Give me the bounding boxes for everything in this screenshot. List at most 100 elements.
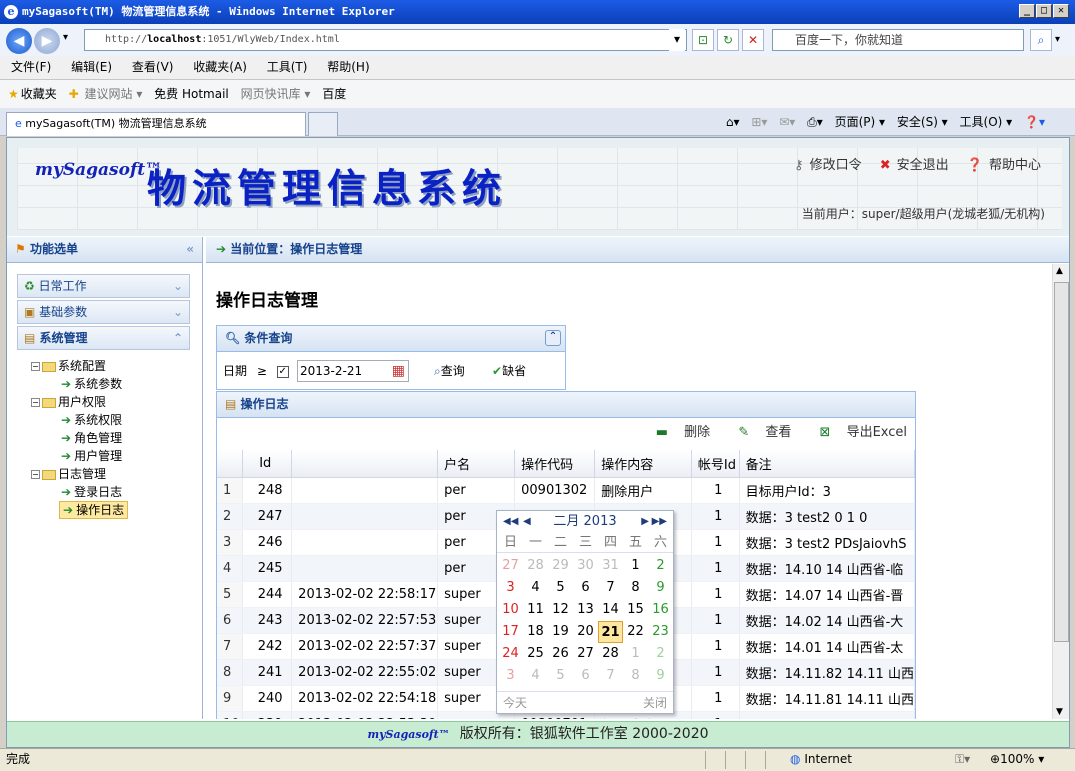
- calendar-day[interactable]: 7: [598, 577, 623, 599]
- today-button[interactable]: 今天: [503, 692, 527, 714]
- home-icon[interactable]: ⌂▾: [726, 115, 740, 129]
- tree-toggle-icon[interactable]: −: [31, 362, 40, 371]
- fav-link-hotmail[interactable]: 免费 Hotmail: [154, 87, 229, 101]
- table-row[interactable]: 1 248 per 00901302 删除用户 1 目标用户Id：3: [217, 477, 916, 504]
- menu-file[interactable]: 文件(F): [11, 60, 51, 74]
- calendar-day[interactable]: 5: [548, 577, 573, 599]
- menu-tools[interactable]: 工具(T): [267, 60, 308, 74]
- compat-view-icon[interactable]: ⊡: [692, 29, 714, 51]
- calendar-day[interactable]: 13: [573, 599, 598, 621]
- calendar-day[interactable]: 27: [573, 643, 598, 665]
- col-time[interactable]: [291, 450, 439, 478]
- cmd-page[interactable]: 页面(P) ▾: [835, 115, 885, 129]
- calendar-day[interactable]: 28: [523, 555, 548, 577]
- calendar-day[interactable]: 3: [498, 577, 523, 599]
- query-button[interactable]: ⌕查询: [434, 361, 465, 381]
- calendar-day[interactable]: 4: [523, 577, 548, 599]
- stop-icon[interactable]: ✕: [742, 29, 764, 51]
- tree-node-roles[interactable]: ➔ 角色管理: [61, 429, 122, 447]
- calendar-day[interactable]: 28: [598, 643, 623, 665]
- change-password-link[interactable]: 修改口令: [810, 158, 862, 173]
- calendar-day[interactable]: 15: [623, 599, 648, 621]
- zoom-control[interactable]: ⊕100% ▾: [990, 749, 1044, 770]
- calendar-day[interactable]: 19: [548, 621, 573, 643]
- calendar-day[interactable]: 1: [623, 643, 648, 665]
- next-year-icon[interactable]: ▶▶: [652, 511, 667, 533]
- tree-node-system-params[interactable]: ➔ 系统参数: [61, 375, 122, 393]
- calendar-day[interactable]: 18: [523, 621, 548, 643]
- calendar-day[interactable]: 26: [548, 643, 573, 665]
- vertical-scrollbar[interactable]: ▲ ▼: [1052, 264, 1069, 719]
- refresh-icon[interactable]: ↻: [717, 29, 739, 51]
- delete-button[interactable]: ▬ 删除: [644, 425, 710, 440]
- address-dropdown-icon[interactable]: ▾: [669, 29, 685, 51]
- close-window-button[interactable]: ✕: [1053, 4, 1069, 18]
- col-remark[interactable]: 备注: [739, 450, 916, 478]
- mail-icon[interactable]: ✉▾: [779, 115, 795, 129]
- date-checkbox[interactable]: ✓: [276, 366, 289, 378]
- scroll-up-icon[interactable]: ▲: [1056, 266, 1063, 276]
- calendar-day[interactable]: 8: [623, 577, 648, 599]
- forward-button[interactable]: ▶: [34, 28, 60, 54]
- calendar-day[interactable]: 9: [648, 577, 673, 599]
- calendar-day[interactable]: 30: [573, 555, 598, 577]
- fav-link-baidu[interactable]: 百度: [322, 87, 346, 101]
- minimize-button[interactable]: _: [1019, 4, 1035, 18]
- calendar-day[interactable]: 24: [498, 643, 523, 665]
- address-input[interactable]: http://localhost:1051/WlyWeb/Index.html: [84, 29, 687, 51]
- help-icon[interactable]: ❓▾: [1024, 115, 1045, 129]
- tree-node-system-config[interactable]: − 系统配置: [31, 357, 106, 375]
- calendar-day[interactable]: 23: [648, 621, 673, 643]
- new-tab-button[interactable]: [308, 112, 338, 136]
- maximize-button[interactable]: □: [1036, 4, 1052, 18]
- search-icon[interactable]: ⌕: [1030, 29, 1052, 51]
- calendar-day[interactable]: 9: [648, 665, 673, 687]
- calendar-day[interactable]: 5: [548, 665, 573, 687]
- section-basic-params[interactable]: ▣ 基础参数 ⌄: [17, 300, 190, 324]
- view-button[interactable]: ✎ 查看: [726, 425, 791, 440]
- calendar-day[interactable]: 12: [548, 599, 573, 621]
- fav-link-suggested[interactable]: 建议网站 ▾: [85, 87, 143, 101]
- calendar-day[interactable]: 25: [523, 643, 548, 665]
- export-excel-button[interactable]: ⊠ 导出Excel: [808, 425, 907, 440]
- date-input[interactable]: 2013-2-21 ▦: [297, 360, 409, 382]
- calendar-day[interactable]: 2: [648, 643, 673, 665]
- feeds-icon[interactable]: ⊞▾: [751, 115, 767, 129]
- calendar-day[interactable]: 2: [648, 555, 673, 577]
- tree-toggle-icon[interactable]: −: [31, 398, 40, 407]
- calendar-day[interactable]: 31: [598, 555, 623, 577]
- prev-year-icon[interactable]: ◀◀: [503, 511, 518, 533]
- default-button[interactable]: ✔缺省: [492, 361, 526, 381]
- calendar-day[interactable]: 6: [573, 577, 598, 599]
- calendar-day[interactable]: 6: [573, 665, 598, 687]
- section-daily-work[interactable]: ♻ 日常工作 ⌄: [17, 274, 190, 298]
- calendar-day[interactable]: 14: [598, 599, 623, 621]
- menu-favorites[interactable]: 收藏夹(A): [193, 60, 247, 74]
- protected-mode-icon[interactable]: ⚿▾: [955, 749, 970, 770]
- tree-node-op-log[interactable]: ➔ 操作日志: [59, 501, 129, 519]
- close-calendar-button[interactable]: 关闭: [643, 692, 667, 714]
- scroll-down-icon[interactable]: ▼: [1056, 707, 1063, 717]
- back-button[interactable]: ◀: [6, 28, 32, 54]
- section-system-admin[interactable]: ▤ 系统管理 ⌃: [17, 326, 190, 350]
- add-favorite-icon[interactable]: ✚: [69, 87, 79, 101]
- calendar-day[interactable]: 11: [523, 599, 548, 621]
- tree-node-user-perm[interactable]: − 用户权限: [31, 393, 106, 411]
- search-input[interactable]: 百度一下，你就知道: [772, 29, 1024, 51]
- prev-month-icon[interactable]: ◀: [523, 511, 531, 533]
- tree-node-users[interactable]: ➔ 用户管理: [61, 447, 122, 465]
- calendar-day[interactable]: 21: [598, 621, 623, 643]
- logout-link[interactable]: 安全退出: [897, 158, 949, 173]
- menu-help[interactable]: 帮助(H): [327, 60, 369, 74]
- tree-toggle-icon[interactable]: −: [31, 470, 40, 479]
- calendar-day[interactable]: 20: [573, 621, 598, 643]
- calendar-day[interactable]: 7: [598, 665, 623, 687]
- help-center-link[interactable]: 帮助中心: [989, 158, 1041, 173]
- print-icon[interactable]: ⎙▾: [807, 115, 823, 129]
- collapse-query-icon[interactable]: ⌃: [545, 330, 561, 346]
- col-user[interactable]: 户名: [437, 450, 516, 478]
- browser-tab-active[interactable]: e mySagasoft(TM) 物流管理信息系统: [6, 112, 306, 136]
- tree-node-logs[interactable]: − 日志管理: [31, 465, 106, 483]
- history-dropdown-icon[interactable]: ▾: [63, 32, 68, 43]
- collapse-panel-icon[interactable]: «: [186, 237, 194, 262]
